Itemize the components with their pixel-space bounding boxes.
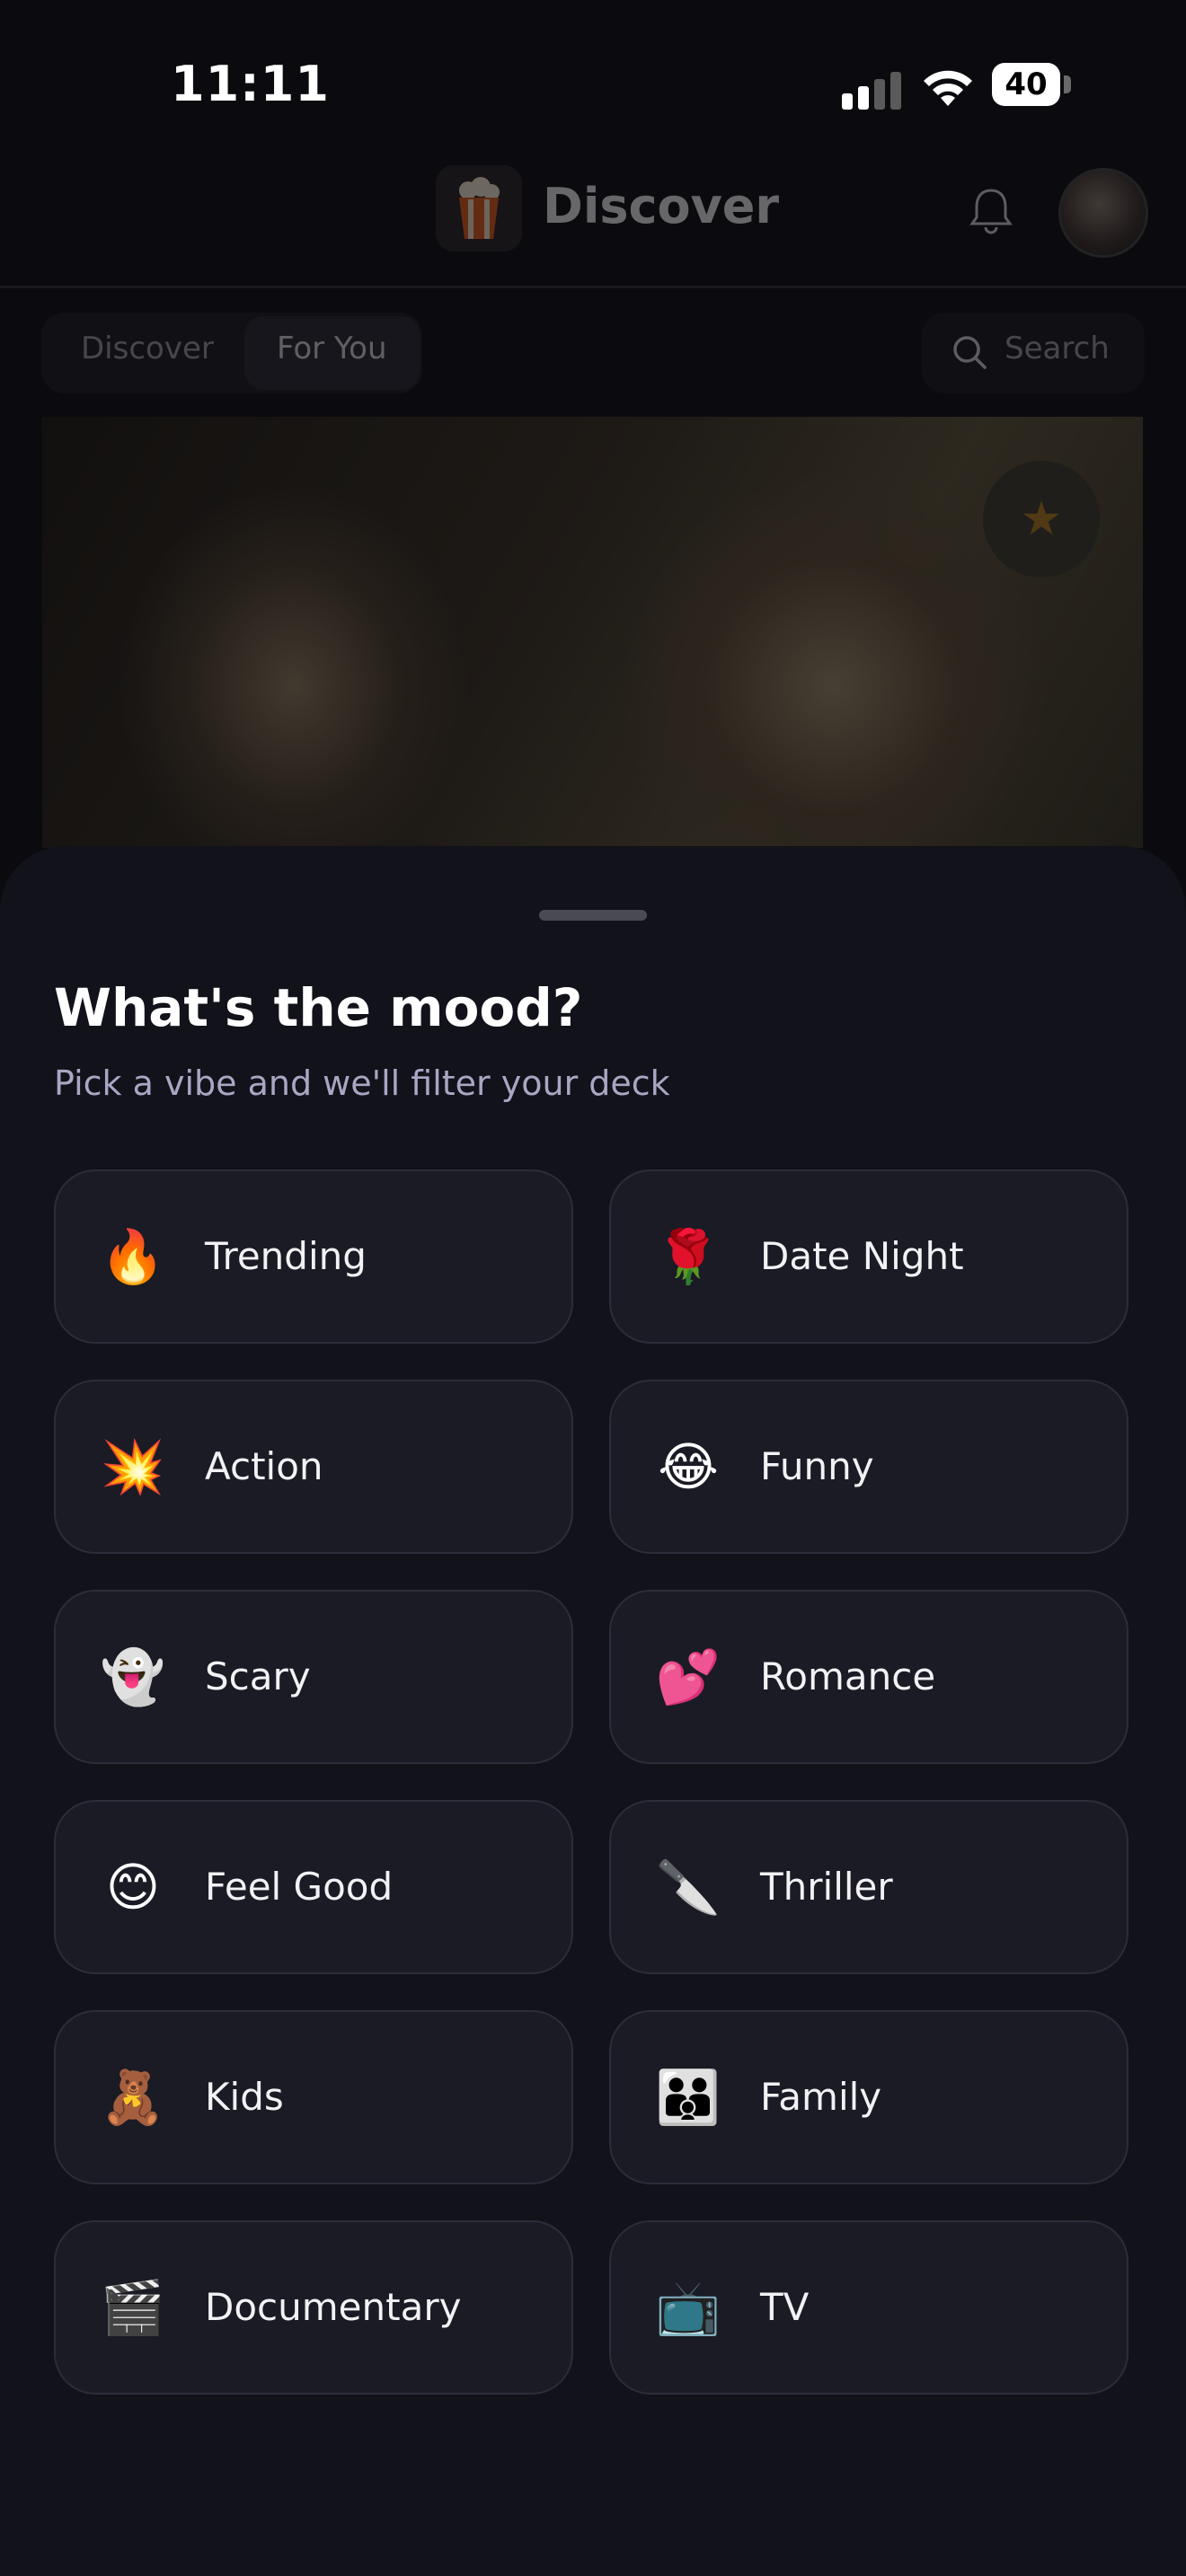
mood-card-kids[interactable]: 🧸 Kids (54, 2010, 573, 2184)
search-label: Search (1005, 331, 1110, 366)
mood-card-feel-good[interactable]: 😊 Feel Good (54, 1800, 573, 1974)
star-icon: ★ (1020, 492, 1063, 546)
explosion-icon: 💥 (100, 1436, 166, 1497)
rose-icon: 🌹 (655, 1226, 721, 1287)
mood-label: Romance (760, 1654, 936, 1698)
avatar[interactable] (1058, 168, 1148, 258)
knife-icon: 🔪 (655, 1857, 721, 1918)
mood-label: Family (760, 2075, 882, 2119)
mood-label: Date Night (760, 1234, 964, 1278)
smiling-face-icon: 😊 (105, 1857, 161, 1918)
search-icon (953, 336, 987, 369)
movie-poster[interactable] (42, 417, 1143, 848)
clapper-board-icon: 🎬 (100, 2277, 166, 2338)
mood-card-family[interactable]: 👪 Family (609, 2010, 1128, 2184)
television-icon: 📺 (655, 2277, 721, 2338)
ghost-icon: 👻 (100, 1646, 166, 1707)
mood-label: Scary (205, 1654, 311, 1698)
sheet-grabber-handle[interactable] (539, 910, 647, 921)
mood-card-tv[interactable]: 📺 TV (609, 2220, 1128, 2395)
mood-label: Funny (760, 1444, 874, 1488)
mood-card-romance[interactable]: 💕 Romance (609, 1590, 1128, 1764)
mood-card-scary[interactable]: 👻 Scary (54, 1590, 573, 1764)
header-title: Discover (543, 178, 780, 234)
status-time: 11:11 (171, 56, 330, 112)
popcorn-icon (436, 165, 522, 251)
mood-card-documentary[interactable]: 🎬 Documentary (54, 2220, 573, 2395)
tab-discover[interactable]: Discover (81, 331, 214, 366)
teddy-bear-icon: 🧸 (100, 2067, 166, 2128)
battery-icon: 40 (992, 63, 1073, 108)
mood-card-trending[interactable]: 🔥 Trending (54, 1169, 573, 1344)
mood-label: Feel Good (205, 1865, 394, 1909)
mood-label: Documentary (205, 2285, 462, 2329)
mood-label: TV (760, 2285, 810, 2329)
two-hearts-icon: 💕 (655, 1646, 721, 1707)
family-icon: 👪 (655, 2067, 721, 2128)
bell-icon[interactable] (969, 185, 1013, 235)
mood-label: Trending (205, 1234, 367, 1278)
mood-card-thriller[interactable]: 🔪 Thriller (609, 1800, 1128, 1974)
mood-card-date-night[interactable]: 🌹 Date Night (609, 1169, 1128, 1344)
mood-card-action[interactable]: 💥 Action (54, 1380, 573, 1554)
sheet-title: What's the mood? (54, 977, 583, 1038)
fire-icon: 🔥 (100, 1226, 166, 1287)
laughing-face-icon: 😂 (658, 1436, 719, 1497)
favorite-button[interactable]: ★ (983, 461, 1100, 578)
mood-label: Thriller (760, 1865, 893, 1909)
wifi-icon (924, 70, 972, 106)
mood-label: Kids (205, 2075, 284, 2119)
mood-card-funny[interactable]: 😂 Funny (609, 1380, 1128, 1554)
sheet-subtitle: Pick a vibe and we'll filter your deck (54, 1063, 670, 1103)
mood-label: Action (205, 1444, 323, 1488)
cellular-signal-icon (842, 72, 901, 110)
battery-level: 40 (1005, 66, 1048, 102)
tab-for-you[interactable]: For You (277, 331, 387, 366)
header-divider (0, 286, 1186, 288)
